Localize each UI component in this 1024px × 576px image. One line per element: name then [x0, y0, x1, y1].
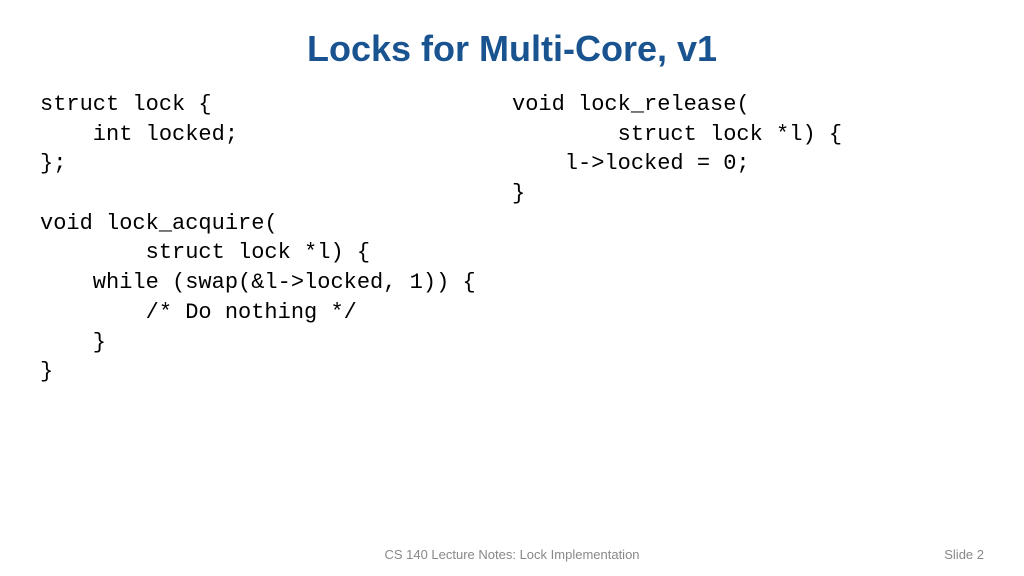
right-column: void lock_release( struct lock *l) { l->… [512, 90, 984, 387]
slide-footer: CS 140 Lecture Notes: Lock Implementatio… [0, 547, 1024, 562]
code-block-left: struct lock { int locked; }; void lock_a… [40, 90, 512, 387]
slide-title: Locks for Multi-Core, v1 [0, 0, 1024, 90]
code-block-right: void lock_release( struct lock *l) { l->… [512, 90, 984, 209]
slide-content: struct lock { int locked; }; void lock_a… [0, 90, 1024, 387]
footer-right: Slide 2 [944, 547, 984, 562]
left-column: struct lock { int locked; }; void lock_a… [40, 90, 512, 387]
footer-center: CS 140 Lecture Notes: Lock Implementatio… [384, 547, 639, 562]
